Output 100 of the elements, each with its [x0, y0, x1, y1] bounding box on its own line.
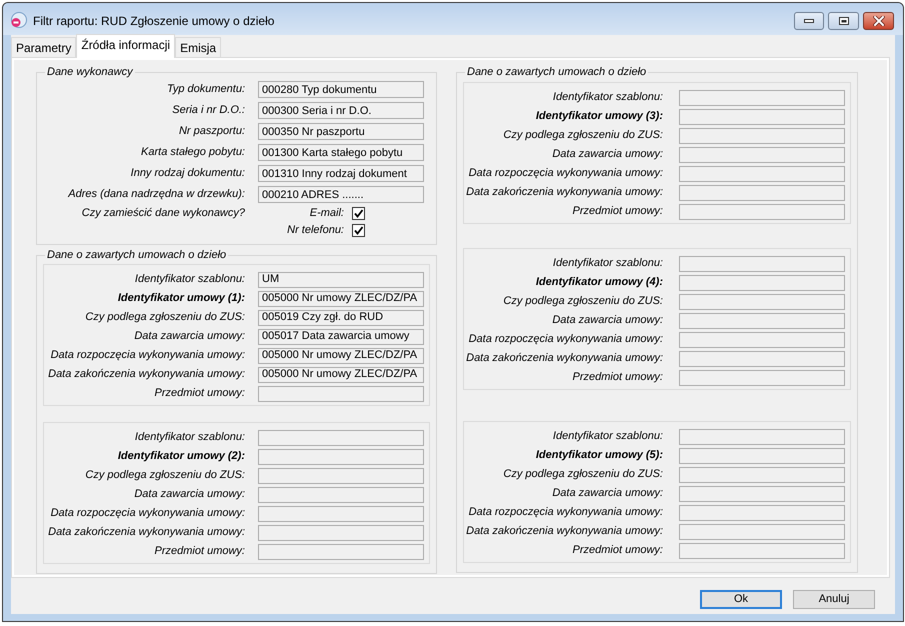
- field-label: Identyfikator umowy (1):: [116, 291, 245, 306]
- text-field[interactable]: 005000 Nr umowy ZLEC/DZ/PA: [258, 290, 424, 306]
- field-label: Czy podlega zgłoszeniu do ZUS:: [84, 310, 245, 326]
- app-icon: [10, 12, 27, 29]
- field-label: Data zawarcia umowy:: [551, 486, 663, 502]
- text-field[interactable]: [258, 386, 424, 402]
- field-label: Data zakończenia wykonywania umowy:: [465, 185, 663, 200]
- text-field[interactable]: [679, 504, 845, 520]
- tab[interactable]: Emisja: [175, 37, 222, 58]
- maximize-icon: [838, 17, 848, 25]
- text-field[interactable]: [679, 294, 845, 310]
- group-legend: Dane o zawartych umowach o dzieło: [465, 66, 648, 79]
- field-label: Data rozpoczęcia wykonywania umowy:: [468, 166, 663, 182]
- text-field[interactable]: [679, 486, 845, 502]
- field-label: Czy podlega zgłoszeniu do ZUS:: [502, 294, 663, 310]
- field-label: Czy podlega zgłoszeniu do ZUS:: [502, 467, 663, 482]
- text-field[interactable]: [679, 184, 845, 200]
- text-field[interactable]: [679, 204, 845, 220]
- field-label: Identyfikator umowy (3):: [534, 109, 663, 124]
- field-label: Identyfikator szablonu:: [134, 430, 245, 446]
- field-label: Data zakończenia wykonywania umowy:: [47, 525, 245, 540]
- text-field[interactable]: [679, 332, 845, 348]
- field-label: Identyfikator szablonu:: [134, 272, 245, 288]
- text-field[interactable]: [679, 274, 845, 290]
- field-label: Identyfikator umowy (5):: [534, 448, 663, 464]
- field-label: Przedmiot umowy:: [154, 386, 245, 402]
- text-field[interactable]: 001310 Inny rodzaj dokument: [258, 165, 424, 182]
- field-label: Inny rodzaj dokumentu:: [130, 166, 245, 182]
- maximize-button[interactable]: [828, 12, 859, 30]
- checkbox[interactable]: [352, 207, 365, 220]
- ok-button[interactable]: Ok: [700, 590, 782, 609]
- minimize-button[interactable]: [794, 12, 824, 30]
- text-field[interactable]: [679, 256, 845, 272]
- text-field[interactable]: [258, 468, 424, 484]
- field-label: Identyfikator szablonu:: [552, 256, 663, 272]
- text-field[interactable]: 000210 ADRES .......: [258, 186, 424, 203]
- field-label: Czy podlega zgłoszeniu do ZUS:: [502, 128, 663, 144]
- field-label: Data rozpoczęcia wykonywania umowy:: [468, 505, 663, 520]
- field-label: Czy podlega zgłoszeniu do ZUS:: [84, 468, 245, 484]
- cancel-button[interactable]: Anuluj: [793, 590, 875, 609]
- field-label: Identyfikator szablonu:: [552, 429, 663, 444]
- group-legend: Dane o zawartych umowach o dzieło: [45, 249, 228, 262]
- field-label: Nr paszportu:: [178, 124, 245, 140]
- field-label: Data zawarcia umowy:: [551, 313, 663, 328]
- text-field[interactable]: [679, 466, 845, 482]
- field-label: Data zakończenia wykonywania umowy:: [47, 367, 245, 382]
- checkbox[interactable]: [352, 224, 365, 237]
- text-field[interactable]: 005000 Nr umowy ZLEC/DZ/PA: [258, 366, 424, 382]
- text-field[interactable]: 000300 Seria i nr D.O.: [258, 102, 424, 119]
- text-field[interactable]: [679, 542, 845, 558]
- field-label: Data zawarcia umowy:: [133, 487, 245, 502]
- text-field[interactable]: [679, 370, 845, 386]
- text-field[interactable]: 005017 Data zawarcia umowy: [258, 328, 424, 344]
- field-label: Przedmiot umowy:: [154, 544, 245, 560]
- field-label: Identyfikator szablonu:: [552, 90, 663, 106]
- text-field[interactable]: [258, 544, 424, 560]
- text-field[interactable]: [679, 90, 845, 106]
- field-label: Data rozpoczęcia wykonywania umowy:: [50, 506, 245, 522]
- field-label: Data rozpoczęcia wykonywania umowy:: [468, 332, 663, 348]
- text-field[interactable]: [679, 312, 845, 328]
- text-field[interactable]: [258, 524, 424, 540]
- question-label: Czy zamieścić dane wykonawcy?: [80, 206, 245, 221]
- text-field[interactable]: 001300 Karta stałego pobytu: [258, 144, 424, 161]
- text-field[interactable]: [258, 506, 424, 522]
- tab[interactable]: Źródła informacji: [76, 34, 176, 58]
- field-label: Data zawarcia umowy:: [133, 329, 245, 344]
- text-field[interactable]: [679, 428, 845, 444]
- close-button[interactable]: [863, 12, 894, 30]
- text-field[interactable]: 005000 Nr umowy ZLEC/DZ/PA: [258, 348, 424, 364]
- window-title: Filtr raportu: RUD Zgłoszenie umowy o dzieło: [33, 13, 274, 30]
- field-label: Karta stałego pobytu:: [140, 145, 245, 160]
- field-label: Adres (dana nadrzędna w drzewku):: [66, 187, 245, 202]
- text-field[interactable]: [679, 146, 845, 162]
- text-field[interactable]: [679, 128, 845, 144]
- field-label: Identyfikator umowy (2):: [116, 449, 245, 464]
- field-label: Data zawarcia umowy:: [551, 147, 663, 162]
- text-field[interactable]: [679, 448, 845, 464]
- text-field[interactable]: 000350 Nr paszportu: [258, 123, 424, 140]
- close-icon: [872, 16, 884, 26]
- field-label: Typ dokumentu:: [166, 82, 245, 98]
- text-field[interactable]: [679, 350, 845, 366]
- checkbox-label: E-mail:: [310, 206, 344, 222]
- text-field[interactable]: 000280 Typ dokumentu: [258, 81, 424, 98]
- field-label: Seria i nr D.O.:: [171, 103, 245, 118]
- text-field[interactable]: [679, 524, 845, 540]
- field-label: Identyfikator umowy (4):: [534, 275, 663, 290]
- text-field[interactable]: UM: [258, 272, 424, 288]
- field-label: Data zakończenia wykonywania umowy:: [465, 351, 663, 366]
- text-field[interactable]: [258, 448, 424, 464]
- field-label: Przedmiot umowy:: [572, 204, 663, 220]
- field-label: Data zakończenia wykonywania umowy:: [465, 524, 663, 540]
- text-field[interactable]: 005019 Czy zgł. do RUD: [258, 310, 424, 326]
- tab[interactable]: Parametry: [11, 37, 76, 58]
- text-field[interactable]: [679, 108, 845, 124]
- field-label: Data rozpoczęcia wykonywania umowy:: [50, 348, 245, 364]
- text-field[interactable]: [258, 486, 424, 502]
- text-field[interactable]: [679, 166, 845, 182]
- text-field[interactable]: [258, 430, 424, 446]
- minimize-icon: [804, 19, 814, 23]
- checkbox-label: Nr telefonu:: [287, 223, 344, 238]
